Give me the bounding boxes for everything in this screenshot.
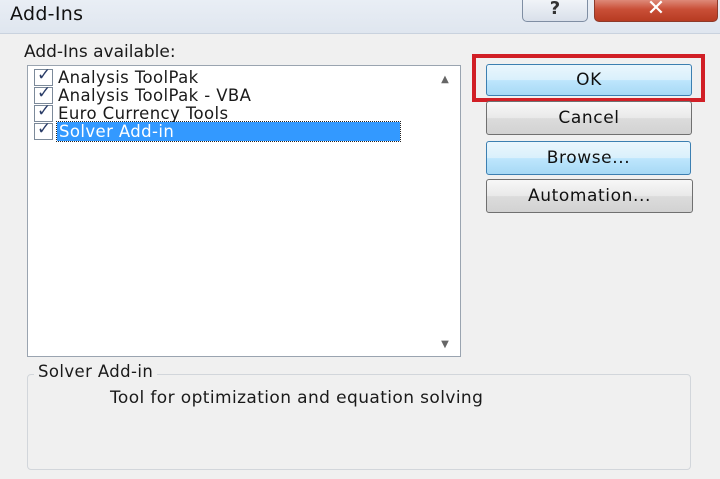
- close-icon: ✕: [646, 0, 666, 21]
- browse-button[interactable]: Browse...: [486, 141, 691, 175]
- ok-button[interactable]: OK: [486, 64, 692, 96]
- list-item-label: Solver Add-in: [56, 120, 401, 142]
- list-item-label: Analysis ToolPak: [58, 67, 199, 87]
- list-item-analysis-toolpak[interactable]: ✓ Analysis ToolPak: [34, 64, 199, 87]
- checkmark-icon: ✓: [37, 100, 52, 121]
- addins-available-label: Add-Ins available:: [24, 42, 176, 62]
- title-bar: Add-Ins ? ✕: [0, 0, 720, 34]
- description-text: Tool for optimization and equation solvi…: [110, 388, 484, 408]
- checkmark-icon: ✓: [37, 82, 52, 103]
- list-item-label: Euro Currency Tools: [58, 103, 229, 123]
- automation-button[interactable]: Automation...: [486, 179, 693, 213]
- checkmark-icon: ✓: [37, 64, 52, 85]
- vertical-scrollbar[interactable]: ▲ ▼: [430, 66, 460, 356]
- list-item-solver-add-in[interactable]: ✓ Solver Add-in: [34, 118, 401, 142]
- list-item-label: Analysis ToolPak - VBA: [58, 85, 252, 105]
- window-title: Add-Ins: [10, 3, 84, 25]
- checkmark-icon: ✓: [37, 118, 52, 139]
- description-title: Solver Add-in: [34, 362, 158, 381]
- cancel-button[interactable]: Cancel: [486, 101, 692, 135]
- list-item-euro-currency-tools[interactable]: ✓ Euro Currency Tools: [34, 100, 229, 123]
- checkbox[interactable]: ✓: [34, 118, 53, 140]
- list-item-analysis-toolpak-vba[interactable]: ✓ Analysis ToolPak - VBA: [34, 82, 252, 105]
- addins-list[interactable]: ✓ Analysis ToolPak ✓ Analysis ToolPak - …: [27, 65, 461, 357]
- help-button[interactable]: ?: [522, 0, 588, 22]
- help-icon: ?: [549, 0, 561, 19]
- close-button[interactable]: ✕: [594, 0, 718, 22]
- scroll-down-icon[interactable]: ▼: [430, 339, 460, 350]
- scroll-up-icon[interactable]: ▲: [430, 74, 460, 85]
